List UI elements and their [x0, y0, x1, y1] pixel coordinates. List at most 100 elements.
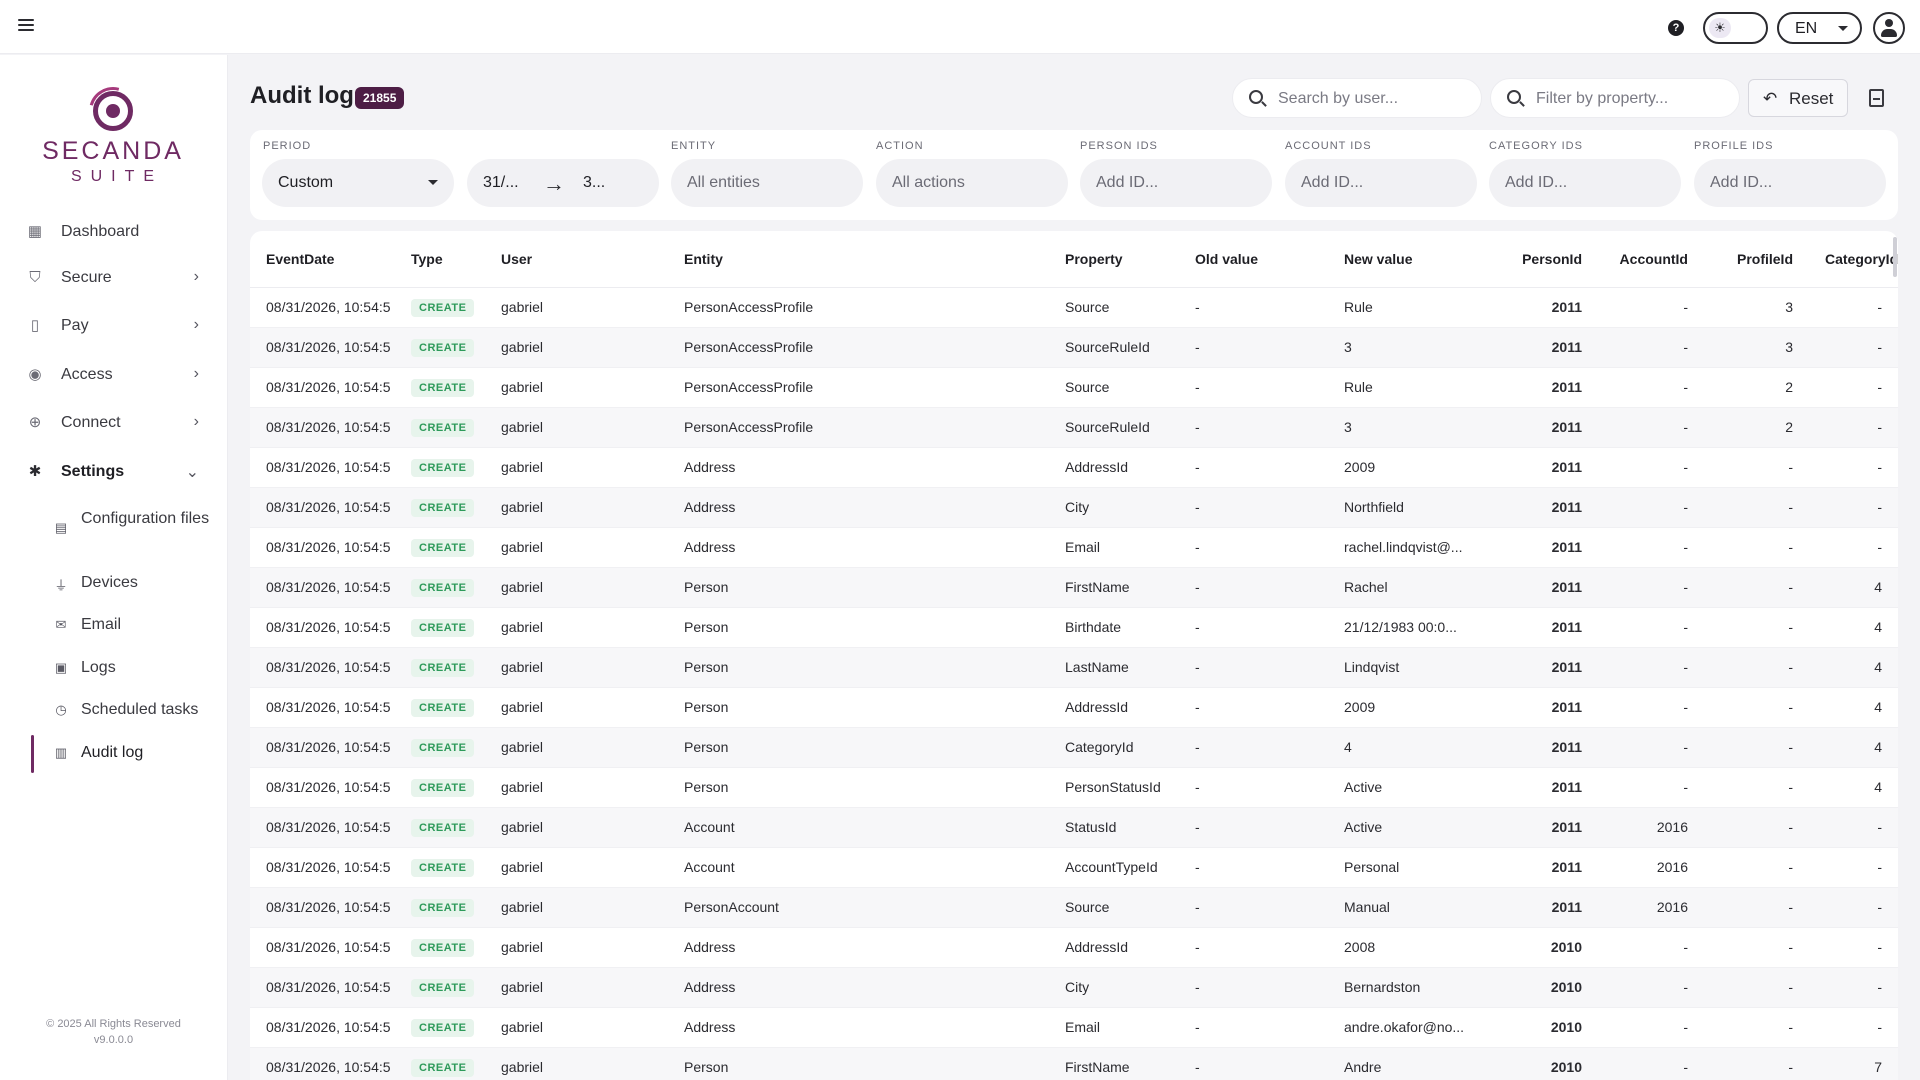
cell-accountid: -	[1598, 767, 1704, 808]
table-row[interactable]: 08/31/2026, 10:54:5 CREATE gabriel Person Bi…	[250, 607, 1898, 648]
table-row[interactable]: 08/31/2026, 10:54:5 CREATE gabriel Address E…	[250, 527, 1898, 568]
table-row[interactable]: 08/31/2026, 10:54:5 CREATE gabriel PersonAc…	[250, 327, 1898, 368]
sidebar-item-connect[interactable]: ⊕ Connect ›	[0, 403, 227, 443]
account-ids-label: ACCOUNT IDS	[1285, 140, 1372, 152]
date-to: 3...	[583, 174, 606, 191]
column-header-entity[interactable]: Entity	[668, 231, 1049, 288]
cell-old-value: -	[1179, 687, 1328, 728]
cell-categoryid: 4	[1809, 687, 1898, 728]
type-badge: CREATE	[411, 898, 475, 917]
table-row[interactable]: 08/31/2026, 10:54:5 CREATE gabriel Account A…	[250, 847, 1898, 888]
sidebar-subitem-devices[interactable]: ⏚ Devices	[0, 572, 227, 594]
cell-eventdate: 08/31/2026, 10:54:5	[250, 567, 395, 608]
table-row[interactable]: 08/31/2026, 10:54:5 CREATE gabriel Address E…	[250, 1007, 1898, 1048]
column-header-eventdate[interactable]: EventDate	[250, 231, 395, 288]
cell-accountid: -	[1598, 607, 1704, 648]
cell-profileid: 3	[1704, 327, 1809, 368]
cell-type: CREATE	[395, 967, 485, 1008]
cell-new-value: 21/12/1983 00:0...	[1328, 607, 1488, 648]
category-ids-input[interactable]: Add ID...	[1489, 159, 1681, 207]
table-row[interactable]: 08/31/2026, 10:54:5 CREATE gabriel PersonAc…	[250, 287, 1898, 328]
sidebar-item-label: Dashboard	[61, 223, 140, 240]
cell-entity: Address	[668, 527, 1049, 568]
sidebar-item-secure[interactable]: ⛉ Secure ›	[0, 258, 227, 298]
reset-button[interactable]: ↶ Reset	[1748, 79, 1848, 117]
sidebar-item-dashboard[interactable]: ▦ Dashboard	[0, 212, 227, 252]
sidebar-subitem-scheduled-tasks[interactable]: ◷ Scheduled tasks	[0, 699, 227, 721]
table-row[interactable]: 08/31/2026, 10:54:5 CREATE gabriel Person Ca…	[250, 727, 1898, 768]
sidebar-subitem-configuration-files[interactable]: ▤ Configuration files	[0, 508, 227, 552]
user-avatar-icon[interactable]	[1873, 12, 1905, 44]
table-row[interactable]: 08/31/2026, 10:54:5 CREATE gabriel PersonAc…	[250, 887, 1898, 928]
cell-new-value: Personal	[1328, 847, 1488, 888]
action-select[interactable]: All actions	[876, 159, 1068, 207]
sidebar-item-pay[interactable]: ▯ Pay ›	[0, 306, 227, 346]
sidebar-subitem-logs[interactable]: ▣ Logs	[0, 657, 227, 679]
cell-entity: Person	[668, 687, 1049, 728]
search-user-input[interactable]: Search by user...	[1232, 78, 1482, 118]
table-row[interactable]: 08/31/2026, 10:54:5 CREATE gabriel Address A…	[250, 927, 1898, 968]
column-header-categoryid[interactable]: CategoryId	[1809, 231, 1898, 288]
column-header-old-value[interactable]: Old value	[1179, 231, 1328, 288]
cell-type: CREATE	[395, 1007, 485, 1048]
table-row[interactable]: 08/31/2026, 10:54:5 CREATE gabriel Person Pe…	[250, 767, 1898, 808]
sidebar-item-label: Settings	[61, 463, 125, 480]
profile-ids-input[interactable]: Add ID...	[1694, 159, 1886, 207]
footer-copyright: © 2025 All Rights Reserved	[46, 1018, 181, 1030]
cell-personid: 2011	[1488, 607, 1598, 648]
sidebar-subitem-audit-log[interactable]: ▥ Audit log	[0, 742, 227, 764]
cell-eventdate: 08/31/2026, 10:54:5	[250, 447, 395, 488]
cell-accountid: -	[1598, 727, 1704, 768]
column-header-user[interactable]: User	[485, 231, 668, 288]
table-scrollbar[interactable]	[1893, 237, 1897, 277]
date-range-input[interactable]: 31/... → 3...	[467, 159, 659, 207]
cell-entity: Person	[668, 607, 1049, 648]
table-row[interactable]: 08/31/2026, 10:54:5 CREATE gabriel Address C…	[250, 487, 1898, 528]
menu-icon[interactable]	[18, 19, 34, 33]
cell-eventdate: 08/31/2026, 10:54:5	[250, 487, 395, 528]
cell-entity: Person	[668, 767, 1049, 808]
cell-accountid: -	[1598, 1047, 1704, 1080]
table-row[interactable]: 08/31/2026, 10:54:5 CREATE gabriel Account S…	[250, 807, 1898, 848]
sidebar-item-access[interactable]: ◉ Access ›	[0, 355, 227, 395]
filter-property-input[interactable]: Filter by property...	[1490, 78, 1740, 118]
cell-categoryid: -	[1809, 327, 1898, 368]
cell-accountid: -	[1598, 927, 1704, 968]
cell-entity: Address	[668, 927, 1049, 968]
column-header-type[interactable]: Type	[395, 231, 485, 288]
table-row[interactable]: 08/31/2026, 10:54:5 CREATE gabriel Address C…	[250, 967, 1898, 1008]
table-row[interactable]: 08/31/2026, 10:54:5 CREATE gabriel Person Ad…	[250, 687, 1898, 728]
column-header-accountid[interactable]: AccountId	[1598, 231, 1704, 288]
entity-select[interactable]: All entities	[671, 159, 863, 207]
cell-accountid: -	[1598, 527, 1704, 568]
top-bar: ? ☀ EN	[0, 0, 1920, 54]
column-header-profileid[interactable]: ProfileId	[1704, 231, 1809, 288]
table-row[interactable]: 08/31/2026, 10:54:5 CREATE gabriel Address A…	[250, 447, 1898, 488]
cell-type: CREATE	[395, 887, 485, 928]
period-select[interactable]: Custom	[262, 159, 454, 207]
sidebar-subitem-email[interactable]: ✉ Email	[0, 614, 227, 636]
column-header-new-value[interactable]: New value	[1328, 231, 1488, 288]
account-ids-input[interactable]: Add ID...	[1285, 159, 1477, 207]
table-row[interactable]: 08/31/2026, 10:54:5 CREATE gabriel Person Fi…	[250, 567, 1898, 608]
cell-type: CREATE	[395, 767, 485, 808]
cell-eventdate: 08/31/2026, 10:54:5	[250, 847, 395, 888]
cell-new-value: 3	[1328, 407, 1488, 448]
column-header-property[interactable]: Property	[1049, 231, 1179, 288]
cell-eventdate: 08/31/2026, 10:54:5	[250, 887, 395, 928]
table-row[interactable]: 08/31/2026, 10:54:5 CREATE gabriel Person Fi…	[250, 1047, 1898, 1080]
cell-new-value: 2008	[1328, 927, 1488, 968]
sidebar-item-settings[interactable]: ✱ Settings ⌄	[0, 452, 227, 492]
language-select[interactable]: EN	[1777, 12, 1862, 44]
export-icon[interactable]	[1869, 89, 1884, 107]
sidebar-footer: © 2025 All Rights Reserved v9.0.0.0	[0, 1016, 227, 1048]
cell-entity: Address	[668, 967, 1049, 1008]
person-ids-input[interactable]: Add ID...	[1080, 159, 1272, 207]
column-header-personid[interactable]: PersonId	[1488, 231, 1598, 288]
table-row[interactable]: 08/31/2026, 10:54:5 CREATE gabriel PersonAc…	[250, 407, 1898, 448]
table-row[interactable]: 08/31/2026, 10:54:5 CREATE gabriel Person La…	[250, 647, 1898, 688]
theme-toggle[interactable]: ☀	[1703, 12, 1768, 44]
cell-personid: 2011	[1488, 687, 1598, 728]
help-icon[interactable]: ?	[1668, 20, 1684, 36]
table-row[interactable]: 08/31/2026, 10:54:5 CREATE gabriel PersonAc…	[250, 367, 1898, 408]
